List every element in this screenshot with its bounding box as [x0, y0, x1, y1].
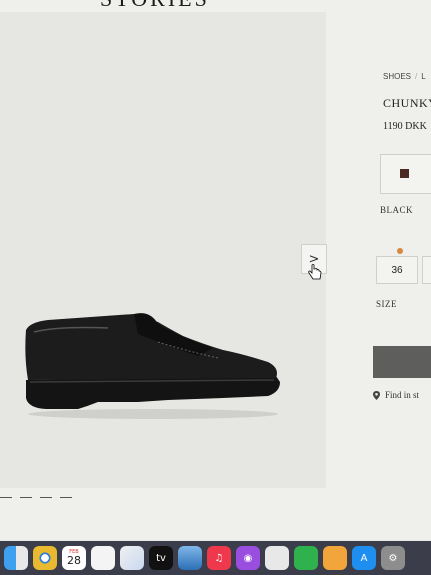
numbers-icon[interactable]	[294, 546, 318, 570]
size-label: SIZE	[376, 299, 397, 309]
reminders-icon[interactable]	[91, 546, 115, 570]
add-to-bag-button[interactable]	[373, 346, 431, 378]
breadcrumb-item-shoes[interactable]: SHOES	[383, 72, 411, 81]
apple-tv-icon[interactable]: tv	[149, 546, 173, 570]
pagination-dash[interactable]	[0, 497, 12, 498]
image-pagination	[0, 497, 72, 498]
product-gallery: >	[0, 12, 327, 488]
location-pin-icon	[373, 390, 380, 400]
calendar-day: 28	[67, 554, 81, 567]
podcasts-icon[interactable]: ◉	[236, 546, 260, 570]
calendar-icon[interactable]: FEB 28	[62, 546, 86, 570]
product-info-panel: SHOES/L CHUNKY 1190 DKK BLACK 36 3 SIZE …	[340, 0, 431, 540]
pagination-dash[interactable]	[40, 497, 52, 498]
color-label: BLACK	[380, 205, 414, 215]
macos-dock: FEB 28 tv ♫ ◉ A ⚙	[0, 541, 431, 575]
product-title: CHUNKY	[383, 96, 431, 110]
pagination-dash[interactable]	[60, 497, 72, 498]
breadcrumb: SHOES / L	[383, 72, 426, 81]
size-option-36[interactable]: 36	[376, 256, 418, 284]
app-store-icon[interactable]: A	[352, 546, 376, 570]
product-image	[25, 313, 280, 419]
color-swatch	[400, 169, 409, 178]
brand-logo[interactable]: STORIES	[100, 0, 210, 12]
apple-tv-label: tv	[156, 552, 166, 564]
color-swatch-button[interactable]	[380, 154, 431, 194]
breadcrumb-separator: /	[415, 72, 418, 81]
keynote-icon[interactable]	[265, 546, 289, 570]
find-in-store-link[interactable]: Find in st	[373, 390, 419, 400]
size-selector: 36 3	[376, 248, 431, 284]
size-option-next[interactable]: 3	[422, 256, 431, 284]
music-icon[interactable]: ♫	[207, 546, 231, 570]
size-indicator-dot	[397, 248, 403, 254]
pages-icon[interactable]	[323, 546, 347, 570]
find-in-store-label: Find in st	[385, 390, 420, 400]
browser-page: STORIES > SHOES/L CHUNKY 1190 DKK BLACK …	[0, 0, 431, 540]
finder-icon[interactable]	[4, 546, 28, 570]
breadcrumb-item-current[interactable]: L	[421, 72, 425, 81]
hand-cursor-icon	[308, 264, 322, 280]
system-settings-icon[interactable]: ⚙	[381, 546, 405, 570]
product-price: 1190 DKK	[383, 121, 427, 132]
freeform-icon[interactable]	[120, 546, 144, 570]
chrome-icon[interactable]	[33, 546, 57, 570]
preview-icon[interactable]	[178, 546, 202, 570]
pagination-dash[interactable]	[20, 497, 32, 498]
